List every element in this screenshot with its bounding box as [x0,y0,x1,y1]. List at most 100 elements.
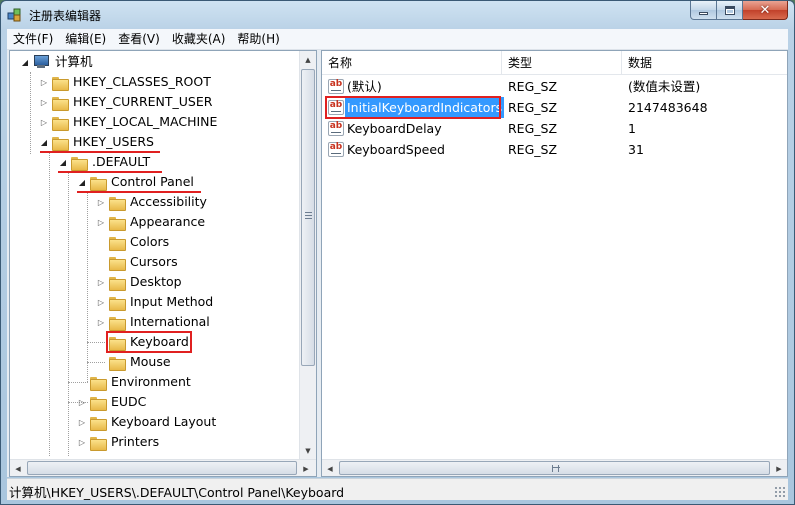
tree-horizontal-scrollbar[interactable]: ◀ ▶ [10,459,316,476]
column-header-name[interactable]: 名称 [322,51,502,75]
folder-icon [109,255,126,271]
key-tree-pane[interactable]: ◢ 计算机 ▷ HKEY_CLASSES_ROOT ▷ HKEY_CURRENT… [9,50,317,477]
tree-connector [87,192,88,382]
menu-file[interactable]: 文件(F) [7,30,59,49]
value-type: REG_SZ [508,142,558,157]
red-box-annotation [106,331,192,353]
tree-item-colors[interactable]: Colors [96,232,171,252]
tree-item-hkey-users[interactable]: ◢ HKEY_USERS [39,132,156,152]
tree-item-accessibility[interactable]: ▷ Accessibility [96,192,209,212]
tree-item-default[interactable]: ◢ .DEFAULT [58,152,152,172]
value-type: REG_SZ [508,121,558,136]
tree-connector [68,172,69,456]
expand-arrow-icon[interactable]: ▷ [96,278,106,287]
tree-item-label: Desktop [130,274,182,289]
tree-item-label: Input Method [130,294,214,309]
tree-item-international[interactable]: ▷ International [96,312,212,332]
scroll-left-icon[interactable]: ◀ [10,460,26,476]
scroll-up-icon[interactable]: ▲ [300,51,316,68]
tree-item-label: Mouse [130,354,171,369]
status-bar: 计算机\HKEY_USERS\.DEFAULT\Control Panel\Ke… [7,478,788,500]
tree-item-appearance[interactable]: ▷ Appearance [96,212,207,232]
scroll-thumb[interactable] [339,461,770,475]
scroll-down-icon[interactable]: ▼ [300,442,316,459]
column-header-type[interactable]: 类型 [502,51,622,75]
grip-icon [552,465,560,472]
folder-icon [90,395,107,411]
expand-arrow-icon[interactable]: ▷ [39,118,49,127]
folder-icon [109,355,126,371]
folder-icon [109,315,126,331]
tree-item-control-panel[interactable]: ◢ Control Panel [77,172,196,192]
expand-arrow-icon[interactable]: ▷ [96,198,106,207]
folder-icon [109,295,126,311]
scroll-left-icon[interactable]: ◀ [322,460,338,476]
expand-arrow-icon[interactable]: ▷ [77,438,87,447]
expand-arrow-icon[interactable]: ▷ [96,318,106,327]
tree-item-label: Printers [111,434,160,449]
tree-item-label: HKEY_CURRENT_USER [73,94,213,109]
value-row[interactable]: ab KeyboardSpeed REG_SZ 31 [322,139,787,160]
menu-bar: 文件(F) 编辑(E) 查看(V) 收藏夹(A) 帮助(H) [7,29,788,50]
tree-item-hkey-local-machine[interactable]: ▷ HKEY_LOCAL_MACHINE [39,112,219,132]
values-list-pane[interactable]: 名称 类型 数据 ab (默认) REG_SZ (数值未设置) ab Initi… [321,50,788,477]
tree-item-keyboard-layout[interactable]: ▷ Keyboard Layout [77,412,218,432]
tree-item-label: Control Panel [111,174,194,189]
tree-vertical-scrollbar[interactable]: ▲ ▼ [299,51,316,459]
menu-favorites[interactable]: 收藏夹(A) [166,30,232,49]
scroll-right-icon[interactable]: ▶ [298,460,314,476]
tree-item-eudc[interactable]: ▷ EUDC [77,392,148,412]
value-data: 31 [628,142,644,157]
expand-arrow-icon[interactable]: ▷ [96,298,106,307]
menu-edit[interactable]: 编辑(E) [59,30,112,49]
string-value-icon: ab [328,121,344,136]
collapse-arrow-icon[interactable]: ◢ [39,138,49,147]
scroll-thumb[interactable] [301,69,315,366]
tree-item-label: .DEFAULT [92,154,151,169]
expand-arrow-icon[interactable]: ▷ [39,98,49,107]
scroll-thumb[interactable] [27,461,297,475]
minimize-button[interactable] [690,1,717,20]
maximize-icon [724,5,735,15]
resize-grip-icon[interactable] [774,486,786,498]
title-bar[interactable]: 注册表编辑器 ✕ [1,1,794,29]
folder-icon [90,175,107,191]
value-data: 1 [628,121,636,136]
tree-item-printers[interactable]: ▷ Printers [77,432,161,452]
value-row[interactable]: ab KeyboardDelay REG_SZ 1 [322,118,787,139]
scroll-right-icon[interactable]: ▶ [771,460,787,476]
tree-item-cursors[interactable]: Cursors [96,252,180,272]
tree-item-label: Accessibility [130,194,207,209]
collapse-arrow-icon[interactable]: ◢ [20,58,30,67]
minimize-icon [699,11,708,15]
tree-item-environment[interactable]: Environment [77,372,193,392]
expand-arrow-icon[interactable]: ▷ [77,418,87,427]
key-tree: ◢ 计算机 ▷ HKEY_CLASSES_ROOT ▷ HKEY_CURRENT… [10,51,298,456]
value-row[interactable]: ab (默认) REG_SZ (数值未设置) [322,76,787,97]
tree-item-desktop[interactable]: ▷ Desktop [96,272,184,292]
column-header-data[interactable]: 数据 [622,51,787,75]
collapse-arrow-icon[interactable]: ◢ [77,178,87,187]
tree-item-label: Colors [130,234,170,249]
tree-item-label: 计算机 [55,54,93,69]
maximize-button[interactable] [717,1,743,20]
tree-item-computer[interactable]: ◢ 计算机 [20,52,95,72]
collapse-arrow-icon[interactable]: ◢ [58,158,68,167]
menu-help[interactable]: 帮助(H) [231,30,285,49]
expand-arrow-icon[interactable]: ▷ [77,398,87,407]
tree-item-hkey-classes-root[interactable]: ▷ HKEY_CLASSES_ROOT [39,72,213,92]
expand-arrow-icon[interactable]: ▷ [39,78,49,87]
tree-item-label: Cursors [130,254,178,269]
close-button[interactable]: ✕ [743,1,788,20]
expand-arrow-icon[interactable]: ▷ [96,218,106,227]
current-key-path: 计算机\HKEY_USERS\.DEFAULT\Control Panel\Ke… [9,485,345,500]
menu-view[interactable]: 查看(V) [112,30,166,49]
tree-item-label: HKEY_LOCAL_MACHINE [73,114,218,129]
tree-item-hkey-current-user[interactable]: ▷ HKEY_CURRENT_USER [39,92,214,112]
string-value-icon: ab [328,79,344,94]
tree-item-mouse[interactable]: Mouse [96,352,173,372]
list-horizontal-scrollbar[interactable]: ◀ ▶ [322,459,787,476]
folder-icon [52,135,69,151]
registry-editor-icon [7,8,21,22]
tree-item-input-method[interactable]: ▷ Input Method [96,292,215,312]
